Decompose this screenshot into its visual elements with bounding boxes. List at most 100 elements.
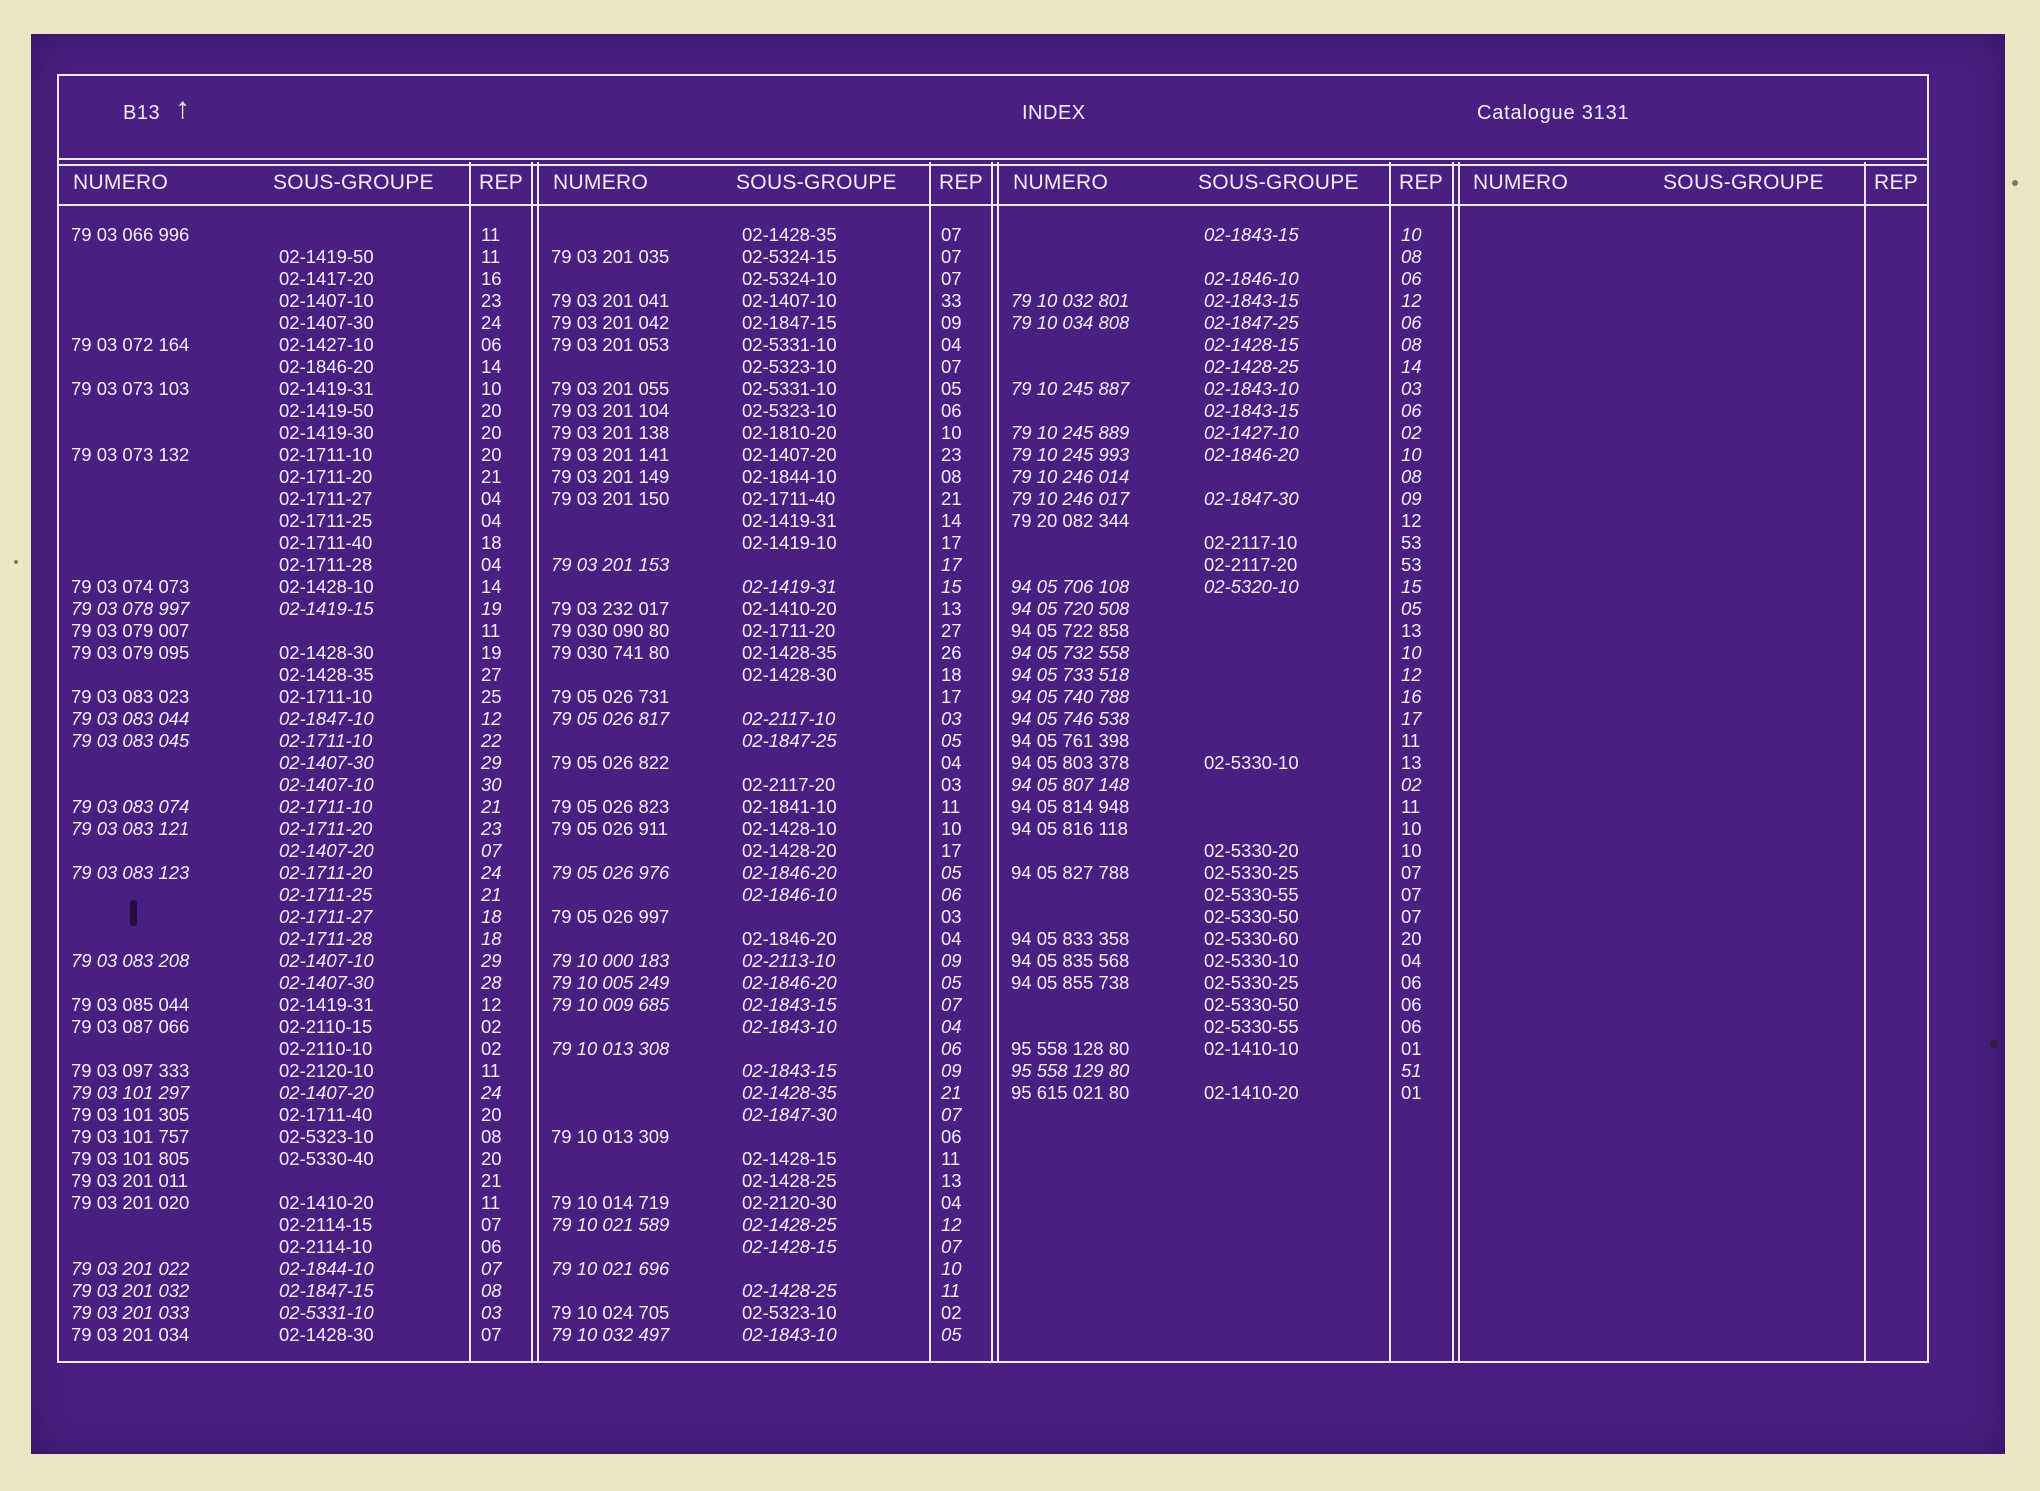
rep-number: 21 [481, 466, 502, 487]
rep-number: 02 [941, 1302, 962, 1323]
sous-groupe-code: 02-1847-30 [742, 1104, 837, 1125]
rep-number: 02 [481, 1016, 502, 1037]
column-header-rep: REP [1399, 171, 1444, 194]
rep-number: 06 [941, 400, 962, 421]
sous-groupe-code: 02-1711-40 [279, 532, 373, 553]
rep-number: 09 [941, 950, 962, 971]
part-number: 79 03 201 104 [551, 400, 670, 421]
rep-number: 09 [1401, 488, 1422, 509]
part-number: 79 03 074 073 [71, 576, 190, 597]
part-number: 79 10 021 696 [551, 1258, 670, 1279]
part-number: 94 05 740 788 [1011, 686, 1130, 707]
sous-groupe-code: 02-2117-20 [742, 774, 836, 795]
rep-number: 20 [1401, 928, 1422, 949]
sous-groupe-code: 02-1428-35 [742, 224, 837, 245]
rep-number: 07 [941, 994, 962, 1015]
scratch-mark [14, 560, 18, 564]
sous-groupe-code: 02-5330-50 [1204, 906, 1299, 927]
rep-number: 07 [1401, 862, 1422, 883]
sous-groupe-code: 02-1843-10 [742, 1324, 837, 1345]
rep-number: 23 [481, 290, 502, 311]
rep-number: 10 [941, 1258, 962, 1279]
rep-number: 03 [941, 774, 962, 795]
part-number: 79 03 201 041 [551, 290, 670, 311]
rep-number: 02 [1401, 422, 1422, 443]
sous-groupe-code: 02-1419-30 [279, 422, 374, 443]
rep-number: 20 [481, 400, 502, 421]
rep-number: 05 [941, 862, 962, 883]
rep-number: 10 [481, 378, 502, 399]
sous-groupe-code: 02-1711-27 [279, 906, 373, 927]
part-number: 79 10 009 685 [551, 994, 670, 1015]
part-number: 79 03 201 022 [71, 1258, 190, 1279]
sous-groupe-code: 02-1407-30 [279, 752, 374, 773]
sous-groupe-code: 02-5330-40 [279, 1148, 374, 1169]
part-number: 79 03 083 045 [71, 730, 190, 751]
part-number: 79 03 079 095 [71, 642, 190, 663]
rep-number: 11 [941, 796, 961, 817]
sous-groupe-code: 02-1847-25 [1204, 312, 1299, 333]
part-number: 79 03 087 066 [71, 1016, 190, 1037]
rep-number: 11 [481, 1060, 501, 1081]
sous-groupe-code: 02-1711-25 [279, 510, 373, 531]
rep-number: 12 [1401, 290, 1422, 311]
sous-groupe-code: 02-5330-10 [1204, 950, 1299, 971]
sous-groupe-code: 02-1711-28 [279, 554, 373, 575]
part-number: 79 03 201 034 [71, 1324, 190, 1345]
sous-groupe-code: 02-1410-20 [279, 1192, 374, 1213]
sous-groupe-code: 02-5330-60 [1204, 928, 1299, 949]
rep-number: 12 [481, 994, 502, 1015]
rep-number: 10 [1401, 642, 1422, 663]
column-divider [469, 162, 471, 1361]
column-header-sous-groupe: SOUS-GROUPE [736, 171, 897, 194]
sous-groupe-code: 02-1419-31 [279, 378, 374, 399]
up-arrow-icon: ↑ [175, 92, 190, 125]
sous-groupe-code: 02-1419-31 [742, 576, 837, 597]
sous-groupe-code: 02-2114-15 [279, 1214, 373, 1235]
column-divider [1458, 162, 1460, 1361]
rep-number: 10 [1401, 818, 1422, 839]
part-number: 94 05 761 398 [1011, 730, 1130, 751]
rep-number: 14 [481, 576, 502, 597]
part-number: 94 05 803 378 [1011, 752, 1130, 773]
rep-number: 07 [941, 224, 962, 245]
part-number: 79 10 024 705 [551, 1302, 670, 1323]
sous-groupe-code: 02-1711-20 [279, 818, 373, 839]
column-header-rep: REP [1874, 171, 1919, 194]
sous-groupe-code: 02-1407-30 [279, 312, 374, 333]
sous-groupe-code: 02-1843-15 [1204, 400, 1299, 421]
rep-number: 04 [941, 1016, 962, 1037]
rep-number: 07 [1401, 884, 1422, 905]
rep-number: 07 [481, 1324, 502, 1345]
rep-number: 03 [941, 708, 962, 729]
sous-groupe-code: 02-1419-31 [279, 994, 374, 1015]
rep-number: 19 [481, 642, 502, 663]
rep-number: 04 [941, 1192, 962, 1213]
column-header-sous-groupe: SOUS-GROUPE [1198, 171, 1359, 194]
column-header-sous-groupe: SOUS-GROUPE [1663, 171, 1824, 194]
rep-number: 12 [1401, 664, 1422, 685]
rep-number: 18 [481, 532, 502, 553]
rep-number: 23 [941, 444, 962, 465]
scratch-mark [1990, 1040, 1998, 1048]
rep-number: 29 [481, 752, 502, 773]
part-number: 94 05 732 558 [1011, 642, 1130, 663]
rep-number: 25 [481, 686, 502, 707]
part-number: 94 05 807 148 [1011, 774, 1130, 795]
rep-number: 05 [1401, 598, 1422, 619]
part-number: 79 03 232 017 [551, 598, 670, 619]
part-number: 94 05 814 948 [1011, 796, 1130, 817]
rep-number: 19 [481, 598, 502, 619]
part-number: 94 05 816 118 [1011, 818, 1128, 839]
part-number: 94 05 706 108 [1011, 576, 1130, 597]
part-number: 79 05 026 997 [551, 906, 670, 927]
sous-groupe-code: 02-1711-25 [279, 884, 373, 905]
rep-number: 14 [1401, 356, 1422, 377]
rep-number: 08 [1401, 246, 1422, 267]
rep-number: 14 [481, 356, 502, 377]
sous-groupe-code: 02-5323-10 [742, 400, 837, 421]
sous-groupe-code: 02-1847-15 [279, 1280, 374, 1301]
sous-groupe-code: 02-1407-10 [279, 774, 374, 795]
sous-groupe-code: 02-5331-10 [279, 1302, 374, 1323]
rep-number: 06 [1401, 994, 1422, 1015]
